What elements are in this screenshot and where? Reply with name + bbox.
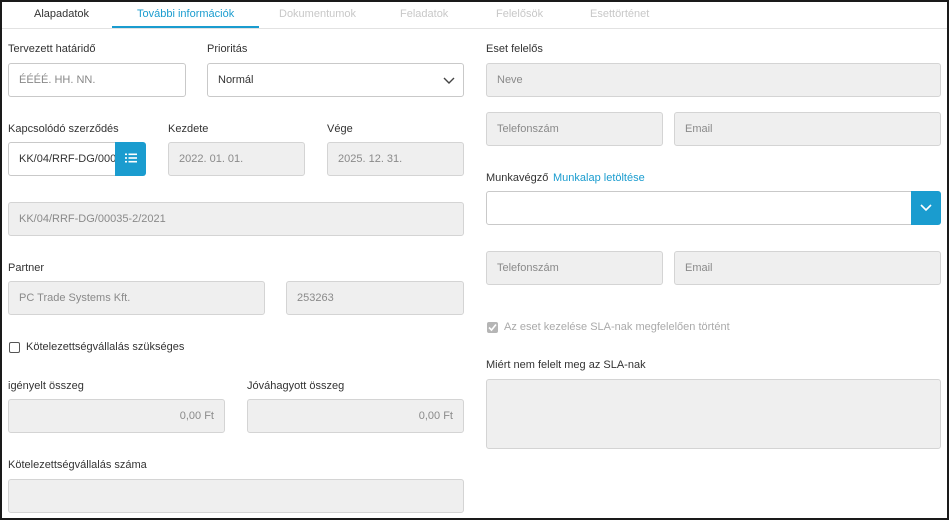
- tab-tovabbi-informaciok[interactable]: További információk: [112, 2, 260, 28]
- partner-name-field: PC Trade Systems Kft.: [8, 281, 265, 315]
- tab-bar: Alapadatok További információk Dokumentu…: [2, 2, 947, 29]
- worker-label: Munkavégző: [486, 172, 549, 184]
- start-label: Kezdete: [168, 123, 209, 135]
- checkmark-icon: [488, 323, 497, 332]
- chevron-down-icon: [920, 199, 932, 217]
- worker-dropdown-button[interactable]: [911, 191, 941, 225]
- case-owner-name-field: Neve: [486, 63, 941, 97]
- deadline-label: Tervezett határidő: [8, 43, 96, 55]
- deadline-date-input[interactable]: ÉÉÉÉ. HH. NN.: [8, 63, 186, 97]
- priority-label: Prioritás: [207, 43, 248, 55]
- chevron-down-icon: [443, 75, 455, 88]
- tab-dokumentumok: Dokumentumok: [279, 8, 357, 20]
- commitment-checkbox-label: Kötelezettségvállalás szükséges: [26, 341, 185, 353]
- case-owner-label: Eset felelős: [486, 43, 543, 55]
- priority-value: Normál: [218, 74, 254, 86]
- list-icon: [124, 150, 137, 168]
- start-date-field: 2022. 01. 01.: [168, 142, 305, 176]
- form-window: Alapadatok További információk Dokumentu…: [0, 0, 949, 520]
- commitment-number-label: Kötelezettségvállalás száma: [8, 459, 147, 471]
- tab-alapadatok[interactable]: Alapadatok: [34, 2, 89, 26]
- contract-input[interactable]: KK/04/RRF-DG/000: [8, 142, 116, 176]
- end-label: Vége: [327, 123, 353, 135]
- contract-list-button[interactable]: [115, 142, 146, 176]
- partner-label: Partner: [8, 262, 45, 274]
- worker-select[interactable]: [486, 191, 912, 225]
- priority-select[interactable]: Normál: [207, 63, 464, 97]
- sla-checkbox-label: Az eset kezelése SLA-nak megfelelően tör…: [504, 321, 730, 333]
- sla-reason-textarea: [486, 379, 941, 449]
- tab-feladatok: Feladatok: [400, 8, 449, 20]
- approved-amount-label: Jóváhagyott összeg: [247, 380, 345, 392]
- requested-amount-label: igényelt összeg: [8, 380, 84, 392]
- contract-label: Kapcsolódó szerződés: [8, 123, 119, 135]
- approved-amount-field: 0,00 Ft: [247, 399, 464, 433]
- worker-email-field: Email: [674, 251, 941, 285]
- contract-full-id-field: KK/04/RRF-DG/00035-2/2021: [8, 202, 464, 236]
- worksheet-download-link[interactable]: Munkalap letöltése: [553, 172, 645, 184]
- worker-phone-field: Telefonszám: [486, 251, 663, 285]
- case-owner-phone-field: Telefonszám: [486, 112, 663, 146]
- sla-reason-label: Miért nem felelt meg az SLA-nak: [486, 359, 646, 371]
- commitment-checkbox[interactable]: [9, 342, 20, 353]
- end-date-field: 2025. 12. 31.: [327, 142, 464, 176]
- sla-checkbox: [487, 322, 498, 333]
- commitment-number-field: [8, 479, 464, 513]
- requested-amount-field: 0,00 Ft: [8, 399, 225, 433]
- partner-code-field: 253263: [286, 281, 464, 315]
- tab-esettortenet: Esettörténet: [590, 8, 650, 20]
- case-owner-email-field: Email: [674, 112, 941, 146]
- tab-felelosok: Felelősök: [496, 8, 544, 20]
